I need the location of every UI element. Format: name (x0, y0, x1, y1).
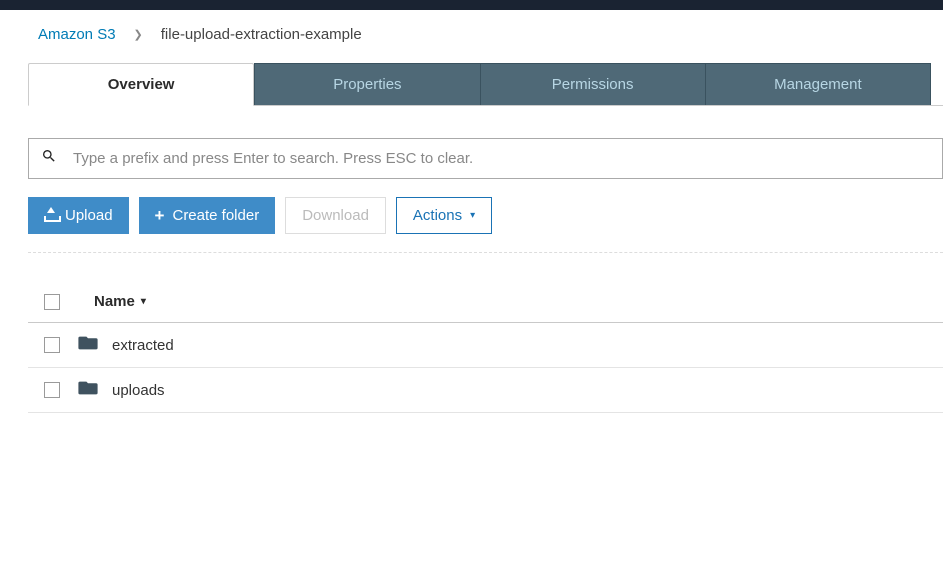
download-button-label: Download (302, 207, 369, 224)
tab-management[interactable]: Management (705, 63, 931, 105)
search-icon (41, 148, 57, 169)
folder-icon (78, 335, 98, 355)
column-header-name-label: Name (94, 293, 135, 310)
toolbar: Upload + Create folder Download Actions … (28, 197, 943, 253)
actions-button[interactable]: Actions ▾ (396, 197, 492, 234)
table-row[interactable]: extracted (28, 323, 943, 368)
create-folder-button[interactable]: + Create folder (139, 197, 276, 234)
search-input[interactable] (73, 150, 930, 167)
tab-bar: Overview Properties Permissions Manageme… (28, 63, 943, 106)
top-nav-bar (0, 0, 943, 10)
breadcrumb-root-link[interactable]: Amazon S3 (38, 26, 116, 43)
tab-properties[interactable]: Properties (254, 63, 479, 105)
upload-icon (44, 209, 57, 222)
chevron-right-icon: ❯ (134, 28, 143, 41)
plus-icon: + (155, 207, 165, 224)
folder-icon (78, 380, 98, 400)
row-checkbox[interactable] (44, 382, 60, 398)
tab-overview[interactable]: Overview (28, 63, 254, 106)
create-folder-button-label: Create folder (172, 207, 259, 224)
search-bar[interactable] (28, 138, 943, 179)
row-name: extracted (112, 337, 174, 354)
select-all-checkbox[interactable] (44, 294, 60, 310)
tab-permissions[interactable]: Permissions (480, 63, 705, 105)
breadcrumb-current: file-upload-extraction-example (161, 26, 362, 43)
breadcrumb: Amazon S3 ❯ file-upload-extraction-examp… (0, 10, 943, 63)
sort-caret-icon: ▾ (141, 296, 146, 307)
table-row[interactable]: uploads (28, 368, 943, 413)
upload-button-label: Upload (65, 207, 113, 224)
row-checkbox[interactable] (44, 337, 60, 353)
actions-button-label: Actions (413, 207, 462, 224)
column-header-name[interactable]: Name ▾ (94, 293, 146, 310)
download-button: Download (285, 197, 386, 234)
row-name: uploads (112, 382, 165, 399)
object-list: Name ▾ extracted uploads (28, 281, 943, 413)
chevron-down-icon: ▾ (470, 210, 475, 221)
list-header: Name ▾ (28, 281, 943, 323)
upload-button[interactable]: Upload (28, 197, 129, 234)
